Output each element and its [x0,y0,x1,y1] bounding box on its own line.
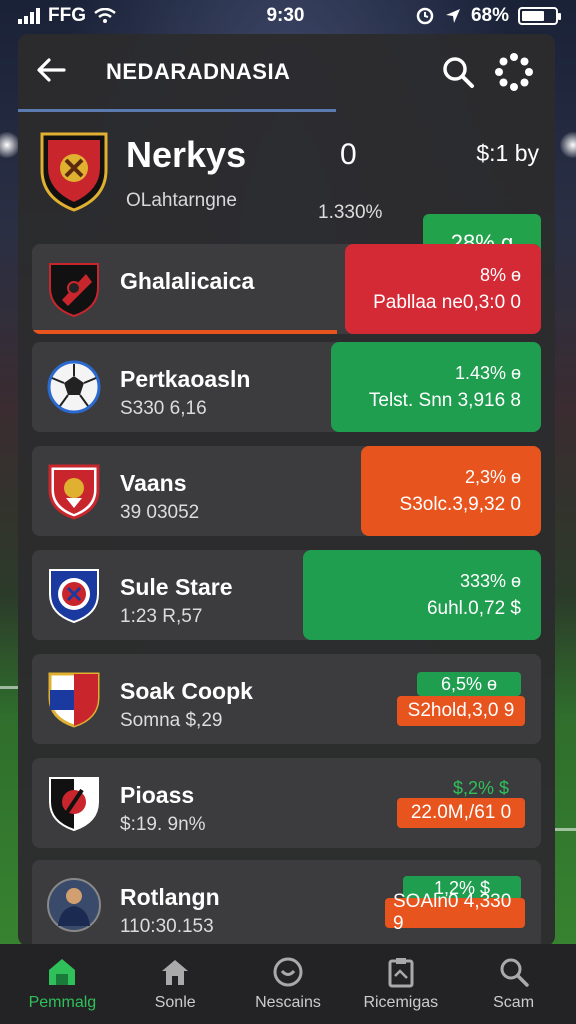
progress-bar [32,330,338,334]
back-arrow-icon [37,57,66,82]
team-name: Ghalalicaica [120,268,255,294]
list-item[interactable]: Soak Coopk Somna $,29 6,5% ɵ S2hold,3,0 … [32,654,541,744]
bottom-nav: Pemmalg Sonle Nescains Ricemigas Scam [0,944,576,1024]
wifi-icon [94,8,116,23]
list-item[interactable]: Rotlangn 110:30.153 1,2% $ SOAln0 4,330 … [32,860,541,946]
featured-team[interactable]: Nerkys OLahtarngne 0 1.330% $:1 by 28% g [18,110,555,272]
search-button[interactable] [435,49,481,95]
featured-price: $:1 by [476,140,539,166]
carrier-label: FFG [48,5,86,26]
search-icon [443,57,474,88]
settings-button[interactable] [491,49,537,95]
list-item[interactable]: Pioass $:19. 9n% $,2% $ 22.0M,/61 0 [32,758,541,848]
circle-icon [273,957,303,987]
team-crest-icon [49,263,99,318]
main-panel: NEDARADNASIA Nerkys OLahtarngne 0 1.330%… [18,34,555,946]
odds-amount[interactable]: S2hold,3,0 9 [397,696,525,726]
home-icon [49,959,76,985]
nav-item-nescains[interactable]: Nescains [233,956,343,1012]
odds-percent[interactable]: $,2% $ [441,776,521,800]
odds-button[interactable]: 2,3% ɵ S3olc.3,9,32 0 [361,446,541,536]
page-title: NEDARADNASIA [106,59,291,84]
team-crest-icon [49,569,99,624]
team-stat: 39 03052 [120,502,200,523]
battery-percent: 68% [470,5,509,26]
list-item[interactable]: Pertkaoasln S330 6,16 1.43% ɵ Telst. Snn… [32,342,541,432]
stadium-light [560,132,576,158]
nav-label: Ricemigas [363,994,439,1011]
featured-score: 0 [340,138,357,171]
team-name: Vaans [120,470,187,496]
team-name: Soak Coopk [120,678,253,704]
location-icon [445,9,460,23]
odds-button[interactable]: 1.43% ɵ Telst. Snn 3,916 8 [331,342,541,432]
player-avatar [47,878,101,932]
odds-button[interactable]: 333% ɵ 6uhl.0,72 $ [303,550,541,640]
odds-amount: Pabllaa ne0,3:0 0 [373,291,521,313]
odds-amount: 6uhl.0,72 $ [426,597,521,619]
signal-icon [18,8,40,24]
team-crest-icon [48,672,100,728]
top-bar: NEDARADNASIA [18,34,555,112]
nav-item-home[interactable]: Pemmalg [7,956,117,1012]
list-item[interactable]: Ghalalicaica 8% ɵ Pabllaa ne0,3:0 0 [32,244,541,334]
odds-percent: 8% ɵ [479,264,521,285]
team-name: Rotlangn [120,884,220,910]
team-stat: S330 6,16 [120,398,207,419]
list-item[interactable]: Sule Stare 1:23 R,57 333% ɵ 6uhl.0,72 $ [32,550,541,640]
team-stat: $:19. 9n% [120,814,206,835]
team-crest-icon [49,777,99,832]
nav-item-sonle[interactable]: Sonle [120,956,230,1012]
nav-item-ricemigas[interactable]: Ricemigas [346,956,456,1012]
odds-amount[interactable]: 22.0M,/61 0 [397,798,525,828]
clipboard-icon [388,958,414,988]
odds-percent[interactable]: 6,5% ɵ [417,672,521,696]
team-stat: 1:23 R,57 [120,606,203,627]
alarm-icon [416,7,434,25]
odds-amount: S3olc.3,9,32 0 [399,493,521,515]
nav-label: Nescains [255,994,321,1011]
team-crest-icon [40,132,108,212]
team-stat: Somna $,29 [120,710,223,731]
odds-percent: 2,3% ɵ [464,466,521,487]
nav-label: Pemmalg [28,994,97,1011]
status-bar: FFG 9:30 68% [0,0,576,32]
nav-label: Scam [493,994,535,1011]
list-item[interactable]: Vaans 39 03052 2,3% ɵ S3olc.3,9,32 0 [32,446,541,536]
pitch-line [0,686,18,689]
pitch-line [555,828,576,831]
team-name: Pioass [120,782,195,808]
back-button[interactable] [36,53,80,92]
clock: 9:30 [266,5,305,26]
featured-percent: 1.330% [318,202,383,223]
odds-amount[interactable]: SOAln0 4,330 9 [385,891,525,934]
team-stat: 110:30.153 [120,916,214,937]
nav-item-scam[interactable]: Scam [459,956,569,1012]
battery-icon [518,7,561,25]
battery-fill [522,11,544,21]
odds-amount: Telst. Snn 3,916 8 [368,389,521,411]
gear-icon [495,53,533,91]
odds-percent: 333% ɵ [459,570,521,591]
team-crest-icon [48,464,100,520]
nav-label: Sonle [154,994,196,1011]
house-icon [162,960,189,985]
stadium-light [0,132,20,158]
odds-button[interactable]: 8% ɵ Pabllaa ne0,3:0 0 [345,244,541,334]
soccer-ball-icon [47,360,101,414]
search-icon [500,958,529,987]
odds-percent: 1.43% ɵ [454,362,521,383]
team-name: Pertkaoasln [120,366,251,392]
